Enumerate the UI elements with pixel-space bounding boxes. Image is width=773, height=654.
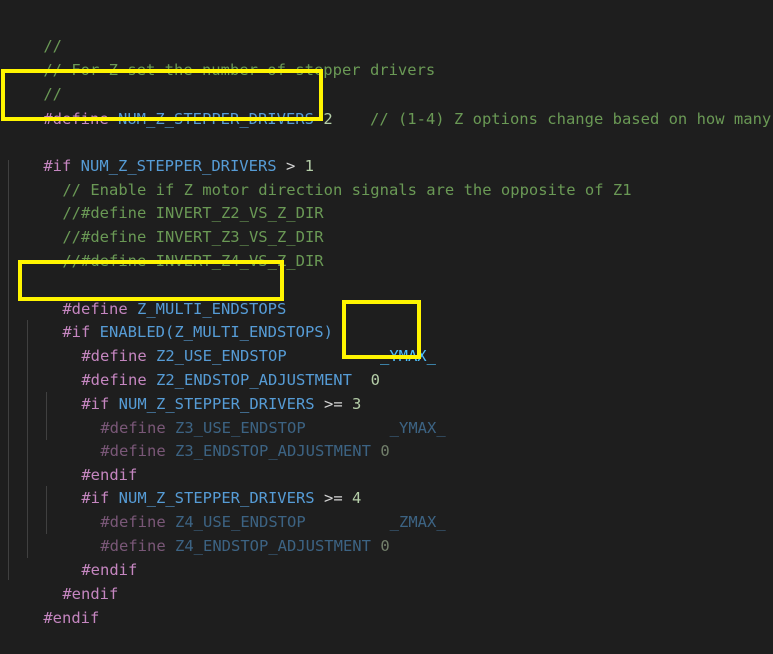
comment: // (1-4) Z options change based on how m… xyxy=(369,110,772,128)
code-line: //#define INVERT_Z4_VS_Z_DIR xyxy=(25,225,323,270)
highlight-box-num-z-stepper-drivers xyxy=(1,69,323,121)
code-line: #endif xyxy=(44,439,137,484)
number: 0 xyxy=(380,537,390,555)
code-line: // xyxy=(6,10,62,55)
highlight-box-ymax xyxy=(342,300,421,359)
code-line: //#define INVERT_Z3_VS_Z_DIR xyxy=(25,201,323,246)
number: 0 xyxy=(370,371,380,389)
endif-keyword: #endif xyxy=(43,609,100,627)
code-line: #endif xyxy=(6,582,99,627)
macro-value: _YMAX_ xyxy=(389,419,446,437)
code-line: #endif xyxy=(44,534,137,579)
code-line: #endif xyxy=(25,558,118,603)
code-line: #if NUM_Z_STEPPER_DRIVERS > 1 xyxy=(6,130,314,175)
code-line: #if NUM_Z_STEPPER_DRIVERS >= 4 xyxy=(44,462,361,507)
code-editor[interactable]: // // For Z set the number of stepper dr… xyxy=(0,0,773,627)
code-line: #define Z4_ENDSTOP_ADJUSTMENT 0 xyxy=(63,510,389,555)
number: 0 xyxy=(380,442,390,460)
code-line: #define Z2_ENDSTOP_ADJUSTMENT 0 xyxy=(44,344,380,389)
macro-name: Z4_ENDSTOP_ADJUSTMENT xyxy=(175,537,371,555)
code-line: #define Z4_USE_ENDSTOP _ZMAX_ xyxy=(63,486,445,531)
highlight-box-z-multi-endstops xyxy=(18,260,284,301)
macro-value: _ZMAX_ xyxy=(389,513,446,531)
indent-guide xyxy=(8,160,9,580)
code-line: #define Z3_ENDSTOP_ADJUSTMENT 0 xyxy=(63,415,389,460)
code-line: // Enable if Z motor direction signals a… xyxy=(25,154,631,199)
number: 2 xyxy=(323,110,333,128)
macro-name: Z3_ENDSTOP_ADJUSTMENT xyxy=(175,442,371,460)
code-line: //#define INVERT_Z2_VS_Z_DIR xyxy=(25,177,323,222)
code-line: #define Z3_USE_ENDSTOP _YMAX_ xyxy=(63,392,445,437)
code-line: #if NUM_Z_STEPPER_DRIVERS >= 3 xyxy=(44,368,361,413)
code-line: // For Z set the number of stepper drive… xyxy=(6,34,435,79)
